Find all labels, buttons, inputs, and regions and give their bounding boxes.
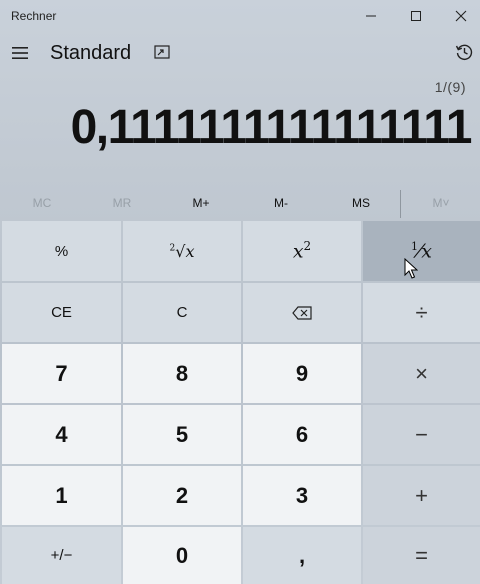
digit-0-button[interactable]: 0 [123,527,241,584]
negate-button[interactable]: +/− [2,527,121,584]
title-bar: Rechner [0,0,480,32]
result-display: 0,1111111111111111 [70,101,473,154]
clear-entry-button[interactable]: CE [2,283,121,342]
divide-button[interactable]: ÷ [363,283,480,342]
minimize-icon [366,15,376,17]
digit-1-button[interactable]: 1 [2,466,121,525]
square-base: x [292,240,304,263]
memory-controls: MC MR M+ M- MS M˅ [0,189,480,217]
root-operand: x [185,241,195,261]
memory-recall-button[interactable]: MR [82,189,162,217]
backspace-icon [292,305,312,320]
backspace-button[interactable] [243,283,361,342]
memory-list-button[interactable]: M˅ [401,189,480,217]
navigation-menu-button[interactable] [6,36,34,70]
mouse-cursor-icon [404,258,418,279]
digit-4-button[interactable]: 4 [2,405,121,464]
close-icon [455,10,467,22]
digit-6-button[interactable]: 6 [243,405,361,464]
calculator-mode-title: Standard [50,42,132,64]
digit-3-button[interactable]: 3 [243,466,361,525]
add-button[interactable]: + [363,466,480,525]
window-title: Rechner [11,9,57,23]
memory-clear-button[interactable]: MC [2,189,82,217]
digit-2-button[interactable]: 2 [123,466,241,525]
keep-on-top-button[interactable] [150,40,174,64]
digit-9-button[interactable]: 9 [243,344,361,403]
app-header: Standard [0,32,480,76]
close-button[interactable] [438,0,480,32]
multiply-button[interactable]: × [363,344,480,403]
memory-store-button[interactable]: MS [321,189,401,217]
history-button[interactable] [452,40,476,64]
memory-add-button[interactable]: M+ [161,189,241,217]
expression-display: 1/(9) [434,79,466,95]
subtract-button[interactable]: − [363,405,480,464]
digit-8-button[interactable]: 8 [123,344,241,403]
memory-subtract-button[interactable]: M- [241,189,321,217]
keep-on-top-icon [154,45,170,59]
root-index: 2 [169,243,176,254]
memory-divider [400,190,401,218]
equals-button[interactable]: = [363,527,480,584]
reciprocal-button[interactable]: 1⁄x [363,221,480,281]
square-root-button[interactable]: 2√x [123,221,241,281]
maximize-icon [411,11,421,21]
hamburger-menu-icon [12,47,28,59]
history-icon [455,44,473,61]
square-exponent: 2 [303,239,312,254]
digit-5-button[interactable]: 5 [123,405,241,464]
reciprocal-numerator: 1 [411,239,419,253]
maximize-button[interactable] [393,0,439,32]
square-button[interactable]: x2 [243,221,361,281]
decimal-separator-button[interactable]: , [243,527,361,584]
digit-7-button[interactable]: 7 [2,344,121,403]
clear-button[interactable]: C [123,283,241,342]
reciprocal-denominator: x [421,240,432,263]
percent-button[interactable]: % [2,221,121,281]
minimize-button[interactable] [348,0,394,32]
